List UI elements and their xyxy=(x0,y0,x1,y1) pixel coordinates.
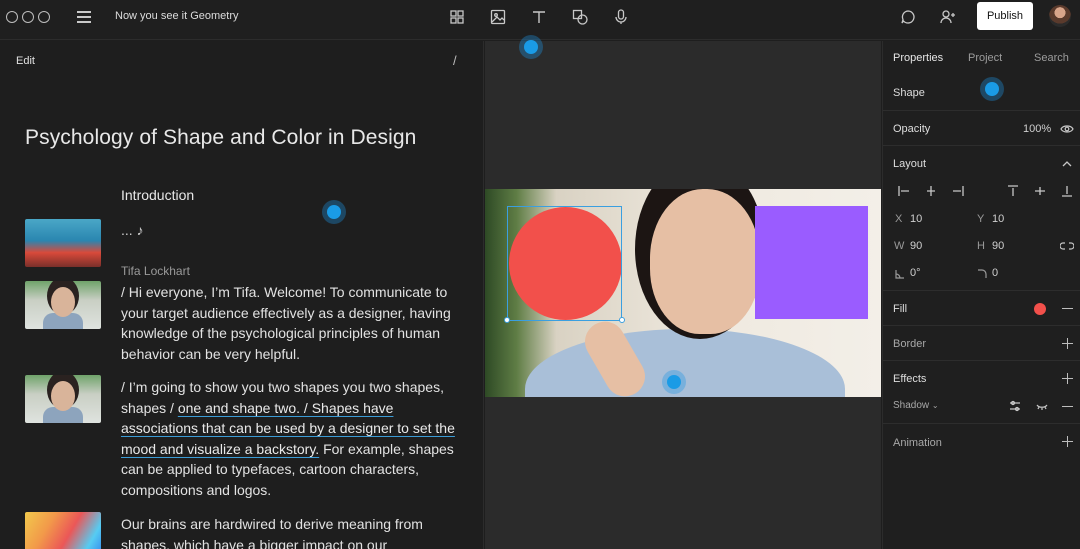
tab-project[interactable]: Project xyxy=(968,52,1002,64)
remove-effect-icon[interactable] xyxy=(1062,406,1073,408)
tab-search[interactable]: Search xyxy=(1034,52,1069,64)
eye-icon[interactable] xyxy=(1060,122,1074,136)
page-title[interactable]: Psychology of Shape and Color in Design xyxy=(25,126,416,150)
top-bar: Now you see it Geometry Publish xyxy=(0,0,1080,40)
canvas[interactable] xyxy=(485,35,881,549)
border-row: Border xyxy=(883,326,1080,361)
transcript-editor: Edit / Psychology of Shape and Color in … xyxy=(0,41,484,549)
layout-section: Layout X 10 Y 10 W 90 H 90 0° 0 xyxy=(883,146,1080,291)
resize-handle[interactable] xyxy=(504,317,510,323)
tab-properties[interactable]: Properties xyxy=(893,52,943,64)
x-label: X xyxy=(895,213,903,225)
collaborator-cursor xyxy=(322,200,346,224)
shape-row: Shape xyxy=(883,75,1080,111)
h-value[interactable]: 90 xyxy=(992,240,1004,252)
rotation-value[interactable]: 0° xyxy=(910,267,921,279)
hide-effect-icon[interactable] xyxy=(1035,399,1049,413)
w-value[interactable]: 90 xyxy=(910,240,922,252)
align-right-icon[interactable] xyxy=(951,184,965,198)
properties-panel: Properties Project Search Shape Opacity … xyxy=(882,41,1080,549)
x-value[interactable]: 10 xyxy=(910,213,922,225)
align-top-icon[interactable] xyxy=(1006,184,1020,198)
align-center-vertical-icon[interactable] xyxy=(1033,184,1047,198)
menu-icon[interactable] xyxy=(77,11,91,23)
text-icon[interactable] xyxy=(529,7,549,27)
square-shape[interactable] xyxy=(755,206,868,319)
collaborator-cursor xyxy=(662,370,686,394)
effects-label: Effects xyxy=(893,373,927,385)
scene-thumbnail[interactable] xyxy=(25,375,101,423)
y-value[interactable]: 10 xyxy=(992,213,1004,225)
align-center-horizontal-icon[interactable] xyxy=(924,184,938,198)
add-animation-icon[interactable] xyxy=(1062,436,1073,447)
scene-thumbnail[interactable] xyxy=(25,512,101,549)
sliders-icon[interactable] xyxy=(1008,399,1022,413)
music-line[interactable]: ... ♪ xyxy=(121,222,144,238)
window-maximize-icon[interactable] xyxy=(38,11,50,23)
microphone-icon[interactable] xyxy=(611,7,631,27)
corner-radius-icon xyxy=(975,267,989,281)
layout-label: Layout xyxy=(893,158,927,170)
edit-label[interactable]: Edit xyxy=(16,55,35,67)
scene-thumbnail[interactable] xyxy=(25,281,101,329)
scene-shirt xyxy=(525,329,845,397)
remove-fill-icon[interactable] xyxy=(1062,308,1073,310)
avatar[interactable] xyxy=(1049,5,1071,27)
slash-command[interactable]: / xyxy=(453,53,457,68)
section-title[interactable]: Introduction xyxy=(121,187,194,203)
transcript-paragraph[interactable]: Our brains are hardwired to derive meani… xyxy=(121,514,461,549)
publish-button[interactable]: Publish xyxy=(977,2,1033,30)
panel-tabs: Properties Project Search xyxy=(883,41,1080,75)
link-icon[interactable] xyxy=(1059,239,1075,253)
scene-face xyxy=(650,189,760,334)
window-minimize-icon[interactable] xyxy=(22,11,34,23)
shapes-icon[interactable] xyxy=(570,7,590,27)
h-label: H xyxy=(977,240,985,252)
shadow-dropdown[interactable]: Shadow ⌄ xyxy=(893,400,939,411)
comment-icon[interactable] xyxy=(898,7,918,27)
fill-color-swatch[interactable] xyxy=(1034,303,1046,315)
border-label: Border xyxy=(893,338,927,350)
collaborator-cursor xyxy=(980,77,1004,101)
shadow-label: Shadow xyxy=(893,400,930,411)
w-label: W xyxy=(894,240,905,252)
scene-thumbnail[interactable] xyxy=(25,219,101,267)
effects-section: Effects Shadow ⌄ xyxy=(883,361,1080,424)
resize-handle[interactable] xyxy=(619,317,625,323)
selection-box[interactable] xyxy=(507,206,622,321)
radius-value[interactable]: 0 xyxy=(992,267,998,279)
shape-label: Shape xyxy=(893,87,925,99)
fill-label: Fill xyxy=(893,303,908,315)
align-left-icon[interactable] xyxy=(897,184,911,198)
chevron-up-icon[interactable] xyxy=(1060,157,1074,171)
add-effect-icon[interactable] xyxy=(1062,373,1073,384)
video-frame[interactable] xyxy=(485,189,881,397)
opacity-value[interactable]: 100% xyxy=(1023,123,1051,135)
y-label: Y xyxy=(977,213,985,225)
window-close-icon[interactable] xyxy=(6,11,18,23)
transcript-paragraph[interactable]: / Hi everyone, I’m Tifa. Welcome! To com… xyxy=(121,282,461,364)
collaborator-cursor xyxy=(519,35,543,59)
animation-row: Animation xyxy=(883,424,1080,460)
add-border-icon[interactable] xyxy=(1062,338,1073,349)
opacity-row: Opacity 100% xyxy=(883,111,1080,146)
image-icon[interactable] xyxy=(488,7,508,27)
animation-label: Animation xyxy=(893,437,942,449)
speaker-name[interactable]: Tifa Lockhart xyxy=(121,264,190,278)
rotation-icon xyxy=(893,267,907,281)
chevron-down-icon: ⌄ xyxy=(931,401,939,410)
transcript-paragraph[interactable]: / I’m going to show you two shapes you t… xyxy=(121,377,461,500)
opacity-label: Opacity xyxy=(893,123,931,135)
grid-icon[interactable] xyxy=(447,7,467,27)
fill-row: Fill xyxy=(883,291,1080,326)
align-bottom-icon[interactable] xyxy=(1060,184,1074,198)
document-title[interactable]: Now you see it Geometry xyxy=(115,10,239,22)
add-user-icon[interactable] xyxy=(938,7,958,27)
